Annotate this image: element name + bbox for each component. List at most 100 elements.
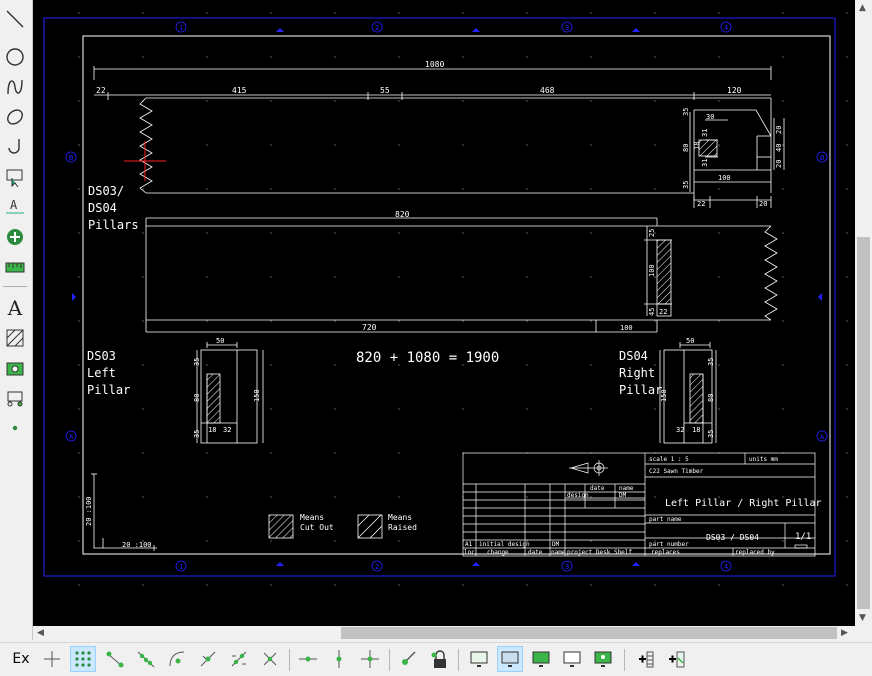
snap-intersection-icon[interactable] (257, 646, 283, 672)
image-tool-icon[interactable] (2, 355, 28, 381)
snap-middle-icon[interactable] (195, 646, 221, 672)
view-monitor-icon-4[interactable] (559, 646, 585, 672)
snap-endpoint-icon[interactable] (102, 646, 128, 672)
view-monitor-icon-2[interactable] (497, 646, 523, 672)
drawing-svg: 1 2 3 4 1 2 3 4 B A B A 1080 22 415 55 4… (33, 0, 855, 626)
view-monitor-icon-5[interactable] (590, 646, 616, 672)
snap-center-icon[interactable] (164, 646, 190, 672)
col-marker-1-bottom: 1 (179, 563, 183, 571)
rp-dim-35a: 35 (707, 358, 715, 366)
vertical-scrollbar[interactable]: ▲ ▼ (855, 0, 872, 640)
label-left-pillar-line3: Pillar (87, 383, 130, 397)
right-pillar-hatch (689, 373, 704, 424)
lp-dim-18: 18 (208, 426, 216, 434)
horizontal-scrollbar[interactable]: ◀ ▶ (33, 626, 855, 640)
dim-720: 720 (362, 323, 377, 332)
snap-distance-icon[interactable] (226, 646, 252, 672)
lp-dim-80: 80 (193, 394, 201, 402)
point-tool-icon[interactable] (2, 415, 28, 441)
dim-100-side: 100 (648, 264, 656, 277)
measure-tool-icon[interactable] (2, 254, 28, 280)
label-right-pillar-line2: Right (619, 366, 655, 380)
snap-free-icon[interactable] (39, 646, 65, 672)
dim-18: 18 (693, 142, 701, 150)
legend-cutout-swatch (268, 514, 294, 539)
scale-mark-horizontal: 20 :100 (122, 541, 152, 549)
snap-grid-icon[interactable] (70, 646, 96, 672)
col-marker-2: 2 (375, 24, 379, 32)
set-relative-zero-icon[interactable] (395, 646, 421, 672)
text-tool-glyph: A (7, 296, 23, 320)
label-right-pillar-line1: DS04 (619, 349, 648, 363)
left-toolbar: A A (0, 0, 33, 640)
tb-design-hdr: design (567, 492, 589, 499)
rp-dim-32: 32 (676, 426, 684, 434)
dim-468: 468 (540, 86, 555, 95)
dim-35-bottom: 35 (682, 181, 690, 189)
lp-dim-32: 32 (223, 426, 231, 434)
hatch-tool-icon[interactable] (2, 325, 28, 351)
legend-raised-line1: Means (388, 513, 412, 522)
tb-date: date (528, 549, 543, 556)
arc-tool-icon[interactable] (2, 134, 28, 160)
add-block-icon[interactable] (663, 646, 689, 672)
dim-40: 40 (775, 144, 783, 152)
tb-replaced-by: replaced by (735, 549, 775, 556)
svg-text:A: A (10, 198, 18, 212)
spline-tool-icon[interactable] (2, 74, 28, 100)
tb-scale: scale 1 : 5 (649, 456, 689, 463)
scroll-left-icon[interactable]: ◀ (37, 628, 44, 638)
dim-35-top: 35 (682, 108, 690, 116)
add-layer-icon[interactable] (632, 646, 658, 672)
scale-mark-vertical: 20 :100 (85, 496, 93, 526)
exclusive-snap-button[interactable]: Ex (8, 646, 34, 672)
lp-dim-35a: 35 (193, 358, 201, 366)
dim-22-bottom: 22 (697, 200, 705, 208)
tb-part-name: part name (649, 516, 682, 523)
text-tool-icon[interactable]: A (2, 295, 28, 321)
label-left-pillar-line1: DS03 (87, 349, 116, 363)
tb-replaces: replaces (651, 549, 680, 556)
snap-on-entity-icon[interactable] (133, 646, 159, 672)
col-marker-3: 3 (565, 24, 569, 32)
line-tool-icon[interactable] (2, 6, 28, 32)
text-dimension-icon[interactable]: A (2, 194, 28, 220)
lp-dim-150: 150 (253, 389, 261, 402)
rp-dim-150: 150 (660, 389, 668, 402)
restrict-horizontal-icon[interactable] (295, 646, 321, 672)
scroll-down-icon[interactable]: ▼ (859, 613, 866, 623)
dim-80: 80 (682, 144, 690, 152)
vertical-scroll-thumb[interactable] (857, 237, 870, 609)
dim-415: 415 (232, 86, 247, 95)
dim-22: 22 (96, 86, 106, 95)
dim-20a: 20 (775, 126, 783, 134)
rp-dim-50: 50 (686, 337, 694, 345)
rp-dim-80: 80 (707, 394, 715, 402)
scroll-up-icon[interactable]: ▲ (859, 3, 866, 13)
dim-45: 45 (648, 308, 656, 316)
circle-tool-icon[interactable] (2, 44, 28, 70)
horizontal-scroll-thumb[interactable] (341, 627, 837, 639)
scroll-right-icon[interactable]: ▶ (841, 628, 848, 638)
restrict-orthogonal-icon[interactable] (357, 646, 383, 672)
ellipse-tool-icon[interactable] (2, 104, 28, 130)
dim-30: 30 (706, 113, 714, 121)
restrict-vertical-icon[interactable] (326, 646, 352, 672)
col-marker-1: 1 (179, 24, 183, 32)
block-tool-icon[interactable] (2, 385, 28, 411)
lock-relative-zero-icon[interactable] (426, 646, 452, 672)
col-marker-2-bottom: 2 (375, 563, 379, 571)
left-pillar-hatch (206, 373, 221, 424)
view-monitor-icon-1[interactable] (466, 646, 492, 672)
dim-120: 120 (727, 86, 742, 95)
select-window-icon[interactable] (2, 164, 28, 190)
label-ds0304-line3: Pillars (88, 218, 139, 232)
snap-tool-icon[interactable] (2, 224, 28, 250)
view-monitor-icon-3[interactable] (528, 646, 554, 672)
rp-dim-35b: 35 (707, 430, 715, 438)
dim-55: 55 (380, 86, 390, 95)
tb-sheet: 1/1 (795, 532, 811, 542)
label-right-pillar-line3: Pillar (619, 383, 662, 397)
drawing-canvas[interactable]: 1 2 3 4 1 2 3 4 B A B A 1080 22 415 55 4… (33, 0, 855, 626)
label-ds0304-line1: DS03/ (88, 184, 124, 198)
